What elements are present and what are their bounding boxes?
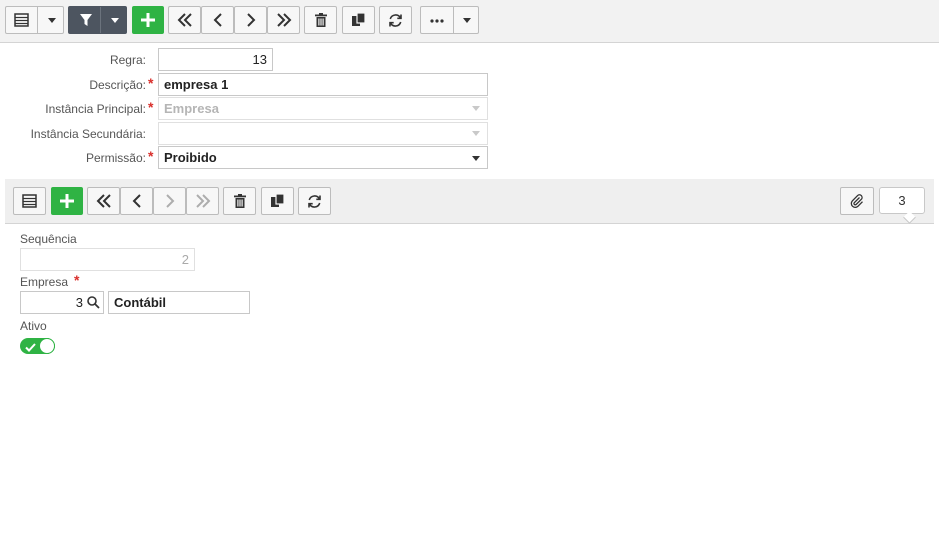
double-chevron-right-icon <box>195 194 211 208</box>
paperclip-icon <box>850 194 864 208</box>
double-chevron-left-icon <box>177 13 193 27</box>
detail-next-record-button[interactable] <box>153 187 186 215</box>
filter-icon <box>79 13 93 27</box>
permissao-select[interactable]: Proibido <box>158 146 488 169</box>
detail-view-grid-button[interactable] <box>13 187 46 215</box>
chevron-down-icon <box>472 131 480 136</box>
search-icon[interactable] <box>87 296 100 312</box>
detail-first-record-button[interactable] <box>87 187 120 215</box>
chevron-down-icon <box>111 18 119 23</box>
double-chevron-right-icon <box>276 13 292 27</box>
instancia-principal-label: Instância Principal: <box>45 102 146 116</box>
instancia-secundaria-label: Instância Secundária: <box>30 127 146 141</box>
trash-icon <box>314 13 327 27</box>
chevron-left-icon <box>213 13 223 27</box>
refresh-icon <box>307 194 322 209</box>
copy-icon <box>270 194 285 208</box>
double-chevron-left-icon <box>96 194 112 208</box>
first-record-button[interactable] <box>168 6 201 34</box>
required-marker: * <box>74 272 80 288</box>
copy-button[interactable] <box>342 6 375 34</box>
add-button[interactable] <box>132 6 164 34</box>
grid-icon <box>22 194 37 208</box>
more-actions-button[interactable] <box>420 6 479 34</box>
attachment-button[interactable] <box>840 187 874 215</box>
attachment-count-badge: 3 <box>879 187 925 214</box>
previous-record-button[interactable] <box>201 6 234 34</box>
detail-last-record-button[interactable] <box>186 187 219 215</box>
ativo-toggle[interactable] <box>20 338 55 354</box>
chevron-down-icon <box>472 106 480 111</box>
required-marker: * <box>148 75 154 91</box>
view-grid-button[interactable] <box>5 6 64 34</box>
instancia-secundaria-select <box>158 122 488 145</box>
check-icon <box>25 341 36 355</box>
regra-field[interactable]: 13 <box>158 48 273 71</box>
required-marker: * <box>148 148 154 164</box>
ativo-label: Ativo <box>20 319 47 333</box>
ellipsis-icon <box>430 19 444 23</box>
permissao-label: Permissão: <box>85 151 146 165</box>
refresh-icon <box>388 13 403 28</box>
required-marker: * <box>148 99 154 115</box>
detail-refresh-button[interactable] <box>298 187 331 215</box>
filter-button[interactable] <box>68 6 127 34</box>
plus-icon <box>141 13 155 27</box>
delete-button[interactable] <box>304 6 337 34</box>
next-record-button[interactable] <box>234 6 267 34</box>
plus-icon <box>60 194 74 208</box>
trash-icon <box>233 194 246 208</box>
main-toolbar <box>0 0 939 43</box>
descricao-field[interactable]: empresa 1 <box>158 73 488 96</box>
chevron-down-icon <box>463 18 471 23</box>
chevron-down-icon <box>48 18 56 23</box>
sequencia-label: Sequência <box>20 232 77 246</box>
chevron-left-icon <box>132 194 142 208</box>
detail-add-button[interactable] <box>51 187 83 215</box>
empresa-name-field: Contábil <box>108 291 250 314</box>
last-record-button[interactable] <box>267 6 300 34</box>
chevron-down-icon[interactable] <box>472 156 480 161</box>
detail-delete-button[interactable] <box>223 187 256 215</box>
sequencia-field: 2 <box>20 248 195 271</box>
copy-icon <box>351 13 366 27</box>
detail-previous-record-button[interactable] <box>120 187 153 215</box>
chevron-right-icon <box>165 194 175 208</box>
refresh-button[interactable] <box>379 6 412 34</box>
detail-copy-button[interactable] <box>261 187 294 215</box>
instancia-principal-select: Empresa <box>158 97 488 120</box>
empresa-label: Empresa <box>20 275 69 289</box>
grid-icon <box>14 13 29 27</box>
descricao-label: Descrição: <box>89 78 146 92</box>
regra-label: Regra: <box>109 53 146 67</box>
chevron-right-icon <box>246 13 256 27</box>
